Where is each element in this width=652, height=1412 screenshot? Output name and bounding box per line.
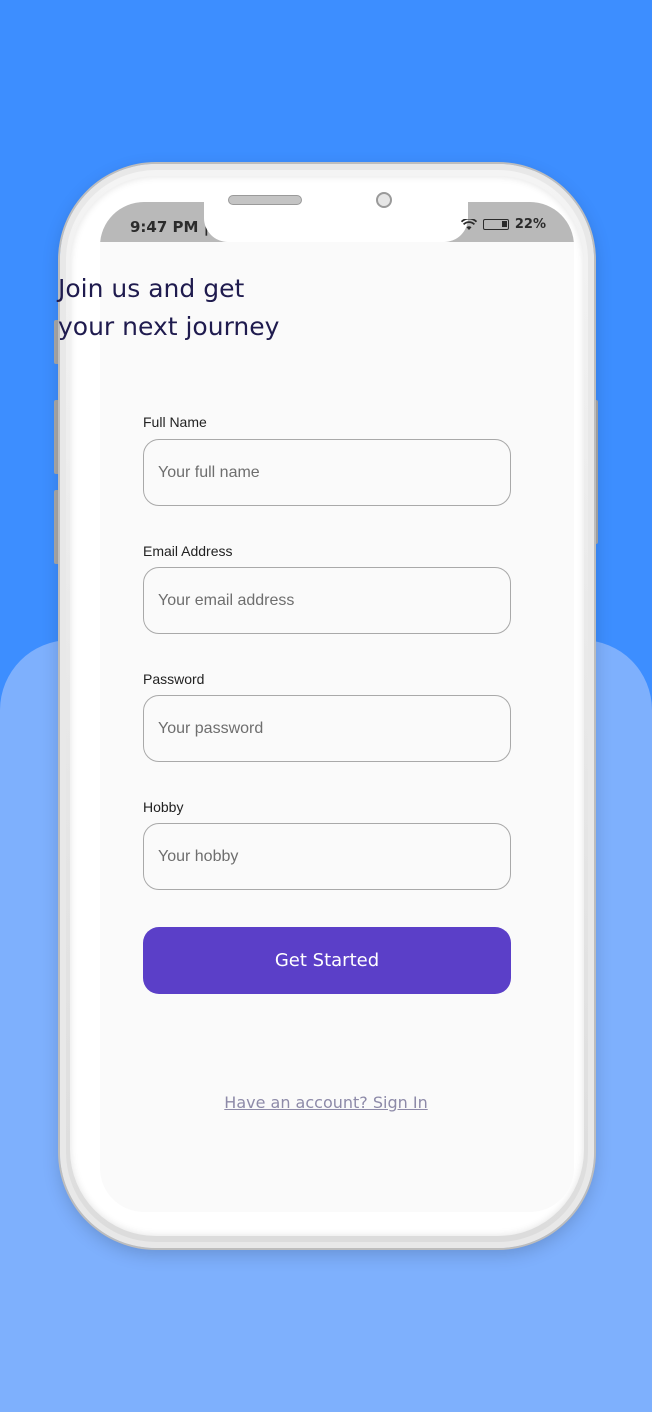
password-label: Password	[143, 671, 205, 687]
email-label: Email Address	[143, 543, 233, 559]
hobby-label: Hobby	[143, 799, 184, 815]
page-title: Join us and get your next journey	[58, 270, 418, 344]
password-input[interactable]	[143, 695, 511, 762]
wifi-icon	[460, 218, 477, 230]
page-title-line-2: your next journey	[58, 312, 280, 341]
sign-in-link[interactable]: Have an account? Sign In	[0, 1093, 652, 1112]
email-input[interactable]	[143, 567, 511, 634]
status-icons: 22%	[460, 217, 546, 232]
notch	[204, 202, 468, 242]
full-name-label: Full Name	[143, 414, 207, 430]
battery-level: 22%	[514, 217, 546, 232]
get-started-button[interactable]: Get Started	[143, 927, 511, 994]
battery-icon	[482, 219, 509, 230]
full-name-input[interactable]	[143, 439, 511, 506]
speaker-grille	[228, 195, 302, 205]
status-bar: 9:47 PM | 0 22%	[100, 202, 574, 242]
hobby-input[interactable]	[143, 823, 511, 890]
front-camera	[376, 192, 392, 208]
page-title-line-1: Join us and get	[58, 274, 245, 303]
